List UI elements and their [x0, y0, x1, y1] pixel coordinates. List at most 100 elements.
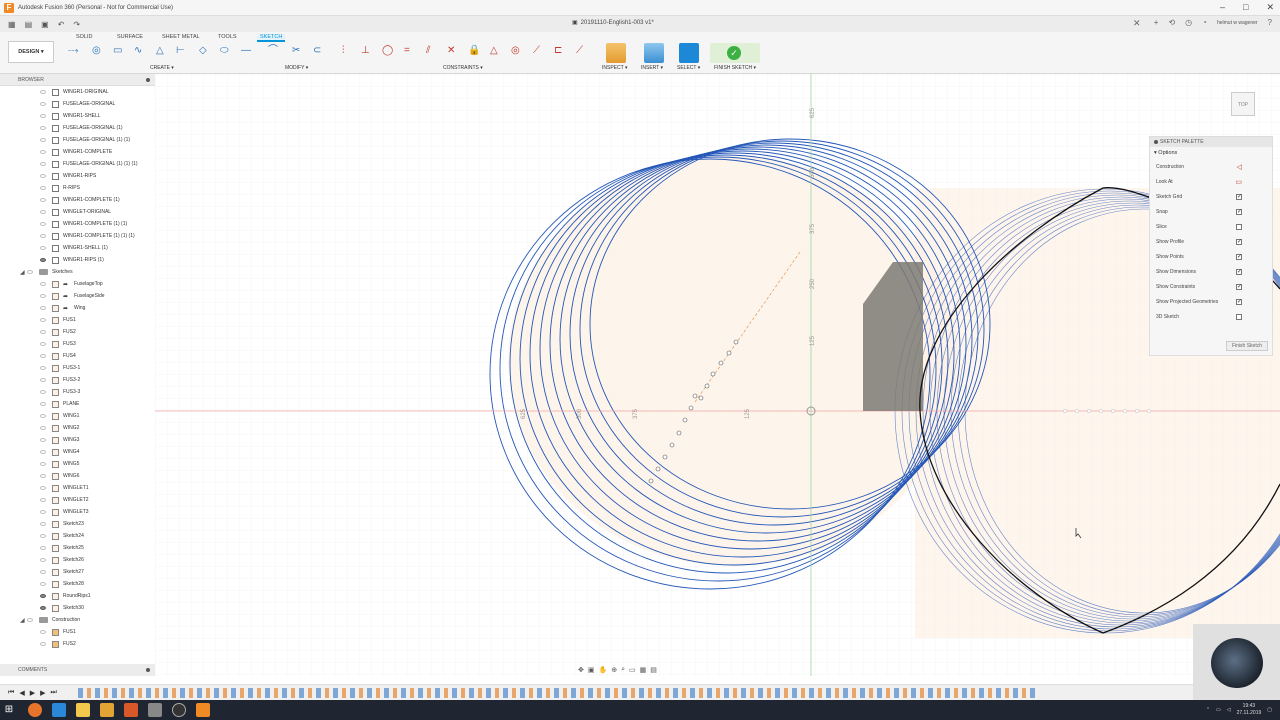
- timeline-features[interactable]: [78, 688, 1038, 698]
- obs-icon[interactable]: [172, 703, 186, 717]
- browser-options-icon[interactable]: [146, 78, 150, 82]
- browser-row[interactable]: FUS3: [0, 338, 155, 350]
- insert-group-label[interactable]: INSERT ▾: [641, 65, 663, 71]
- visibility-eye-icon[interactable]: [40, 138, 46, 142]
- browser-row[interactable]: ➦ FuselageSide: [0, 290, 155, 302]
- sketch-point[interactable]: [1110, 408, 1116, 414]
- dimension-label[interactable]: 250: [810, 278, 816, 289]
- visibility-eye-icon[interactable]: [40, 282, 46, 286]
- sketch-point[interactable]: [726, 350, 732, 356]
- display-settings-icon[interactable]: ▭: [629, 666, 636, 674]
- browser-row[interactable]: Sketch28: [0, 578, 155, 590]
- visibility-eye-icon[interactable]: [40, 642, 46, 646]
- browser-row[interactable]: WING1: [0, 410, 155, 422]
- inspect-icon[interactable]: [606, 43, 626, 63]
- volume-icon[interactable]: ◁: [1227, 707, 1231, 713]
- browser-row[interactable]: WINGR1-ORIGINAL: [0, 86, 155, 98]
- close-icon[interactable]: ✕: [1266, 2, 1274, 13]
- construction-line-icon[interactable]: —: [241, 44, 251, 58]
- sketch-point[interactable]: [688, 405, 694, 411]
- canvas-viewport[interactable]: 625 500 375 250 125 500 375 125 625: [155, 74, 1280, 676]
- undo-icon[interactable]: ↶: [58, 20, 65, 29]
- visibility-eye-icon[interactable]: [40, 630, 46, 634]
- visibility-eye-icon[interactable]: [40, 462, 46, 466]
- slides-icon[interactable]: [124, 703, 138, 717]
- triangle-icon[interactable]: △: [156, 44, 164, 58]
- visibility-eye-icon[interactable]: [40, 546, 46, 550]
- visibility-eye-icon[interactable]: [40, 486, 46, 490]
- visibility-eye-icon[interactable]: [40, 162, 46, 166]
- sketch-drawing[interactable]: 625 500 375 250 125 500 375 125 625: [155, 74, 1280, 676]
- calculator-icon[interactable]: [148, 703, 162, 717]
- symmetry-icon[interactable]: △: [490, 44, 498, 58]
- browser-row[interactable]: WINGLET-ORIGINAL: [0, 206, 155, 218]
- browser-row[interactable]: FUSELAGE-ORIGINAL (1) (1) (1): [0, 158, 155, 170]
- insert-image-icon[interactable]: [644, 43, 664, 63]
- expand-icon[interactable]: ◢: [20, 269, 27, 276]
- sketch-point[interactable]: [704, 383, 710, 389]
- sketch-point[interactable]: [1074, 408, 1080, 414]
- browser-row[interactable]: FUSELAGE-ORIGINAL (1) (1): [0, 134, 155, 146]
- sketch-point[interactable]: [648, 478, 654, 484]
- browser-row[interactable]: FUS3-1: [0, 362, 155, 374]
- circle-icon[interactable]: ◎: [92, 44, 101, 58]
- browser-row[interactable]: FUSELAGE-ORIGINAL: [0, 98, 155, 110]
- file-icon[interactable]: ▤: [25, 20, 33, 29]
- palette-options-section[interactable]: ▾ Options: [1150, 147, 1272, 159]
- visibility-eye-icon[interactable]: [40, 414, 46, 418]
- browser-row[interactable]: WINGR1-COMPLETE: [0, 146, 155, 158]
- ellipse-icon[interactable]: ⬭: [220, 44, 229, 58]
- equal-icon[interactable]: =: [404, 44, 410, 58]
- browser-row[interactable]: WINGLET1: [0, 482, 155, 494]
- visibility-eye-icon[interactable]: [40, 450, 46, 454]
- browser-row[interactable]: Sketch23: [0, 518, 155, 530]
- browser-row[interactable]: FUS2: [0, 326, 155, 338]
- option-icon[interactable]: ▭: [1235, 178, 1242, 186]
- minimize-icon[interactable]: –: [1220, 2, 1225, 13]
- finish-sketch-label[interactable]: FINISH SKETCH ▾: [714, 65, 756, 71]
- user-name[interactable]: helmut w wagener: [1217, 20, 1258, 26]
- visibility-eye-icon[interactable]: [40, 186, 46, 190]
- checkbox[interactable]: ✓: [1236, 253, 1242, 260]
- look-at-icon[interactable]: ▣: [588, 666, 595, 674]
- trim-icon[interactable]: ✂: [292, 44, 300, 58]
- browser-row[interactable]: WING3: [0, 434, 155, 446]
- tab-tools[interactable]: TOOLS: [218, 34, 237, 40]
- line-icon[interactable]: ⤏: [68, 44, 78, 58]
- sketch-point[interactable]: [692, 393, 698, 399]
- sketch-point[interactable]: [710, 371, 716, 377]
- select-arrow-icon[interactable]: [679, 43, 699, 63]
- timeline-start-icon[interactable]: ⏮: [8, 689, 14, 697]
- visibility-eye-icon[interactable]: [40, 114, 46, 118]
- timeline-forward-icon[interactable]: ▶: [40, 689, 45, 697]
- job-status-icon[interactable]: ◷: [1185, 18, 1192, 27]
- browser-row[interactable]: Sketch24: [0, 530, 155, 542]
- zoom-icon[interactable]: ⊕: [611, 666, 617, 674]
- browser-row[interactable]: WINGR1-RIPS (1): [0, 254, 155, 266]
- visibility-eye-icon[interactable]: [40, 438, 46, 442]
- visibility-eye-icon[interactable]: [40, 594, 46, 598]
- dimension-label[interactable]: 125: [745, 408, 751, 419]
- visibility-eye-icon[interactable]: [40, 150, 46, 154]
- fix-icon[interactable]: 🔒: [468, 44, 480, 58]
- workspace-dropdown[interactable]: DESIGN ▾: [8, 41, 54, 63]
- browser-row[interactable]: WINGR1-COMPLETE (1) (1): [0, 218, 155, 230]
- tab-sheet-metal[interactable]: SHEET METAL: [162, 34, 200, 40]
- visibility-eye-icon[interactable]: [40, 474, 46, 478]
- visibility-eye-icon[interactable]: [40, 126, 46, 130]
- tab-sketch[interactable]: SKETCH: [257, 34, 286, 42]
- redo-icon[interactable]: ↷: [73, 20, 80, 29]
- checkbox[interactable]: [1236, 223, 1242, 230]
- browser-row[interactable]: WINGLET3: [0, 506, 155, 518]
- dimension-label[interactable]: 375: [633, 408, 639, 419]
- visibility-eye-icon[interactable]: [40, 222, 46, 226]
- browser-row[interactable]: R-RIPS: [0, 182, 155, 194]
- browser-row[interactable]: Sketch27: [0, 566, 155, 578]
- spline-icon[interactable]: ∿: [134, 44, 142, 58]
- fit-icon[interactable]: ⌕: [621, 666, 625, 674]
- browser-row[interactable]: WINGR1-SHELL (1): [0, 242, 155, 254]
- checkbox[interactable]: ✓: [1236, 238, 1242, 245]
- dimension-label[interactable]: 500: [577, 408, 583, 419]
- midpoint-icon[interactable]: ⟋: [533, 44, 540, 58]
- maximize-icon[interactable]: □: [1243, 2, 1248, 13]
